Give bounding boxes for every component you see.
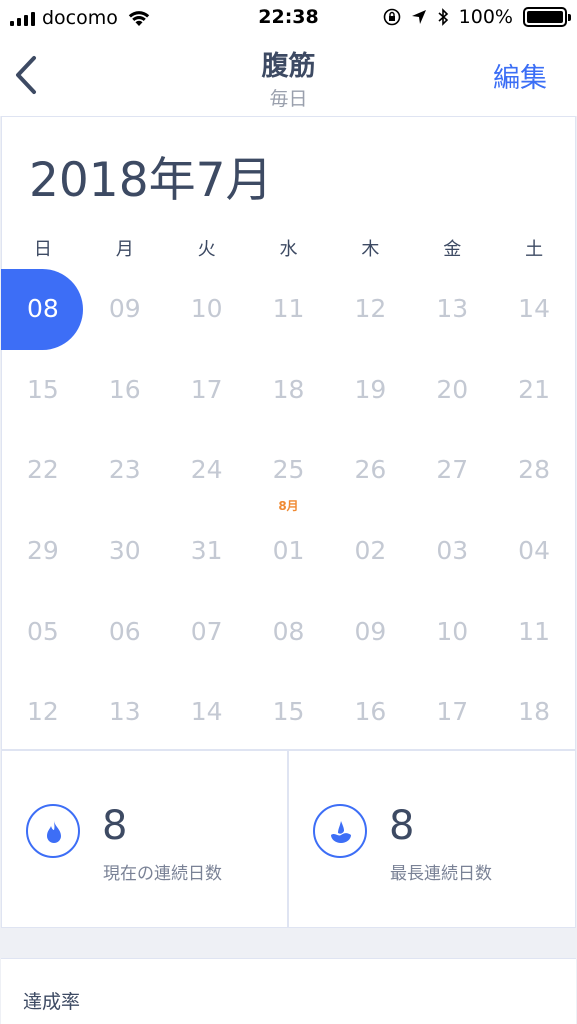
- calendar-day[interactable]: 29: [2, 511, 84, 591]
- achievement-rate-card[interactable]: 達成率: [1, 958, 576, 1024]
- calendar-day[interactable]: 22: [2, 430, 84, 510]
- weekday-label: 木: [361, 239, 380, 260]
- streak-stats: 8 現在の連続日数 8 最長連続日数: [1, 750, 576, 928]
- calendar-day[interactable]: 20: [411, 350, 493, 430]
- calendar-day[interactable]: 28: [493, 430, 575, 510]
- calendar-day[interactable]: 17: [166, 350, 248, 430]
- calendar-day[interactable]: 13: [411, 269, 493, 349]
- calendar-day[interactable]: 19: [329, 350, 411, 430]
- calendar-day[interactable]: 10: [166, 269, 248, 349]
- calendar-day[interactable]: 23: [84, 430, 166, 510]
- calendar-week: 08 09 10 11 12 13 14: [1, 269, 575, 350]
- calendar-day[interactable]: 27: [411, 430, 493, 510]
- bluetooth-icon: [438, 8, 448, 26]
- edit-button[interactable]: 編集: [493, 56, 547, 95]
- calendar-week: 12 13 14 15 16 17 18: [2, 672, 575, 752]
- calendar-day[interactable]: 06: [84, 592, 166, 672]
- calendar-day[interactable]: 30: [84, 511, 166, 591]
- calendar-day[interactable]: 10: [411, 592, 493, 672]
- calendar-day[interactable]: 17: [411, 672, 493, 752]
- calendar-day[interactable]: 11: [248, 269, 330, 349]
- weekday-label: 日: [33, 239, 52, 260]
- calendar-day[interactable]: 14: [166, 672, 248, 752]
- current-streak-label: 現在の連続日数: [103, 864, 222, 884]
- current-streak-card: 8 現在の連続日数: [1, 750, 288, 928]
- calendar-day[interactable]: 24: [166, 430, 248, 510]
- page-subtitle: 毎日: [269, 88, 308, 110]
- calendar-day[interactable]: 18: [248, 350, 330, 430]
- calendar-day[interactable]: 15: [2, 350, 84, 430]
- calendar-day[interactable]: 12: [2, 672, 84, 752]
- calendar-week: 22 23 24 25 26 27 28: [2, 430, 575, 510]
- calendar-day[interactable]: 08: [248, 592, 330, 672]
- water-drop-icon: [313, 804, 367, 858]
- calendar-day[interactable]: 14: [493, 269, 575, 349]
- battery-percent: 100%: [458, 6, 513, 28]
- month-marker: 8月: [278, 499, 299, 513]
- calendar-day[interactable]: 8月 01: [248, 499, 330, 591]
- weekday-label: 土: [525, 239, 544, 260]
- weekday-label: 水: [279, 239, 298, 260]
- navigation-bar: 腹筋 毎日 編集: [0, 38, 577, 116]
- calendar-day[interactable]: 21: [493, 350, 575, 430]
- calendar-day[interactable]: 09: [329, 592, 411, 672]
- longest-streak-value: 8: [389, 803, 415, 849]
- calendar-day[interactable]: 04: [493, 511, 575, 591]
- calendar-day[interactable]: 15: [248, 672, 330, 752]
- weekday-label: 月: [115, 239, 134, 260]
- calendar-day[interactable]: 18: [493, 672, 575, 752]
- status-bar: docomo 22:38 100%: [0, 0, 577, 38]
- current-streak-value: 8: [102, 803, 128, 849]
- calendar-day[interactable]: 31: [166, 511, 248, 591]
- page-title: 腹筋: [261, 51, 316, 82]
- calendar-week: 05 06 07 08 09 10 11: [2, 592, 575, 672]
- calendar-week: 29 30 31 8月 01 02 03 04: [2, 499, 575, 591]
- month-title: 2018年7月: [29, 153, 273, 208]
- calendar-day[interactable]: 12: [329, 269, 411, 349]
- calendar-day[interactable]: 07: [166, 592, 248, 672]
- weekday-label: 火: [197, 239, 216, 260]
- calendar-day-selected[interactable]: 08: [1, 269, 84, 350]
- calendar-day[interactable]: 25: [248, 430, 330, 510]
- calendar-card: 2018年7月 日 月 火 水 木 金 土 08 09 10 11 12 13 …: [1, 116, 576, 750]
- flame-icon: [26, 804, 80, 858]
- weekday-label: 金: [443, 239, 462, 260]
- calendar-day[interactable]: 05: [2, 592, 84, 672]
- calendar-day[interactable]: 11: [493, 592, 575, 672]
- calendar-day[interactable]: 16: [84, 350, 166, 430]
- location-arrow-icon: [411, 10, 426, 24]
- achievement-rate-title: 達成率: [23, 991, 81, 1013]
- longest-streak-label: 最長連続日数: [390, 864, 492, 884]
- calendar-week: 15 16 17 18 19 20 21: [2, 350, 575, 430]
- calendar-day[interactable]: 13: [84, 672, 166, 752]
- calendar-day[interactable]: 26: [329, 430, 411, 510]
- calendar-day[interactable]: 03: [411, 511, 493, 591]
- calendar-day[interactable]: 16: [329, 672, 411, 752]
- calendar-day[interactable]: 02: [329, 511, 411, 591]
- rotation-lock-icon: [383, 8, 400, 26]
- longest-streak-card: 8 最長連続日数: [288, 750, 576, 928]
- battery-icon: [523, 7, 571, 27]
- weekday-header: 日 月 火 水 木 金 土: [2, 235, 575, 261]
- calendar-day[interactable]: 09: [84, 269, 166, 349]
